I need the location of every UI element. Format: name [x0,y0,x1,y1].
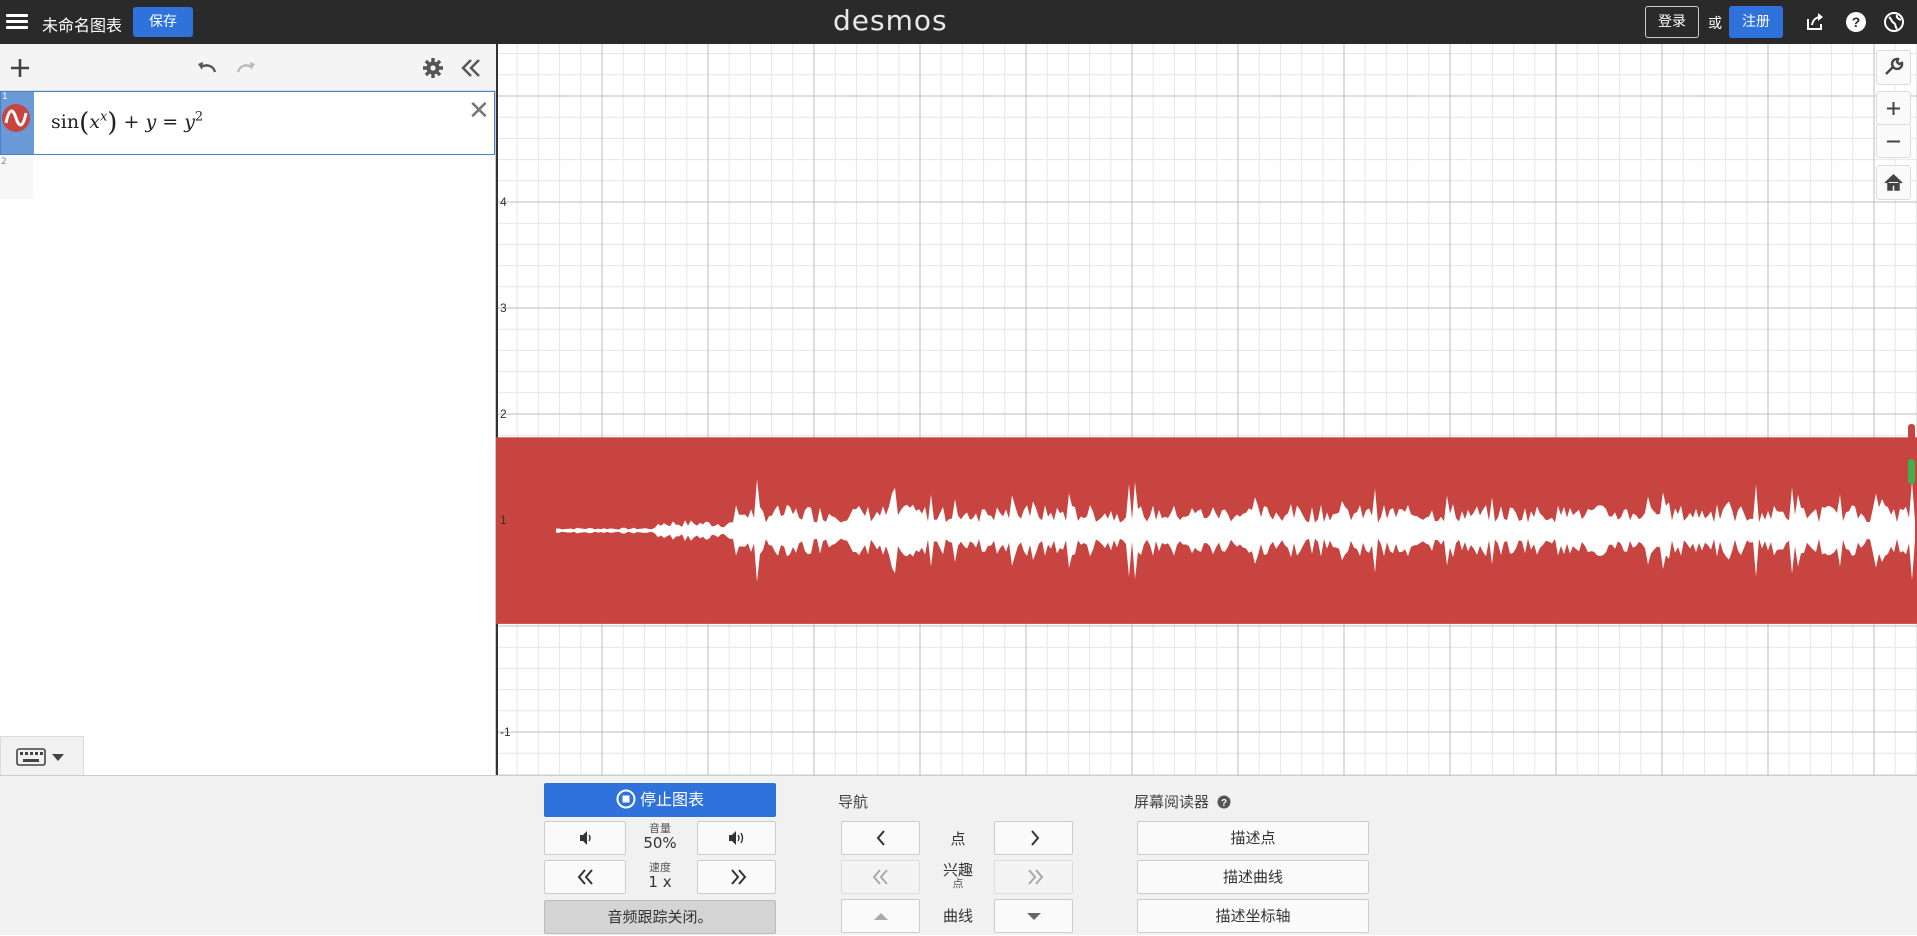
zoom-out-icon[interactable] [1876,124,1911,158]
expression-index: 2 [1,157,7,167]
delete-expression-icon[interactable]: ✕ [468,98,490,124]
nav-interest-sublabel: 点 [952,877,964,890]
speed-up-button[interactable] [697,860,776,894]
double-chevron-right-icon [1028,869,1044,885]
expression-index: 1 [2,92,8,102]
describe-axes-button[interactable]: 描述坐标轴 [1137,899,1369,933]
or-text: 或 [1708,16,1722,32]
screen-reader-title: 屏幕阅读器 ? [1134,791,1231,813]
collapse-panel-icon[interactable] [459,56,483,80]
screen-reader-label: 屏幕阅读器 [1134,793,1210,811]
expression-math[interactable]: sin(xx) + y = y2 [51,108,203,138]
volume-value: 50% [643,834,677,852]
y-tick-label: 1 [500,513,507,527]
volume-up-icon [729,831,744,845]
login-button[interactable]: 登录 [1645,6,1699,38]
graph-paper[interactable]: 4321-1-2 [496,44,1917,775]
top-bar: 未命名图表 保存 desmos 登录 或 注册 ? [0,0,1917,44]
undo-icon[interactable] [195,56,219,80]
add-icon[interactable] [8,56,32,80]
audio-trace-level [1908,459,1915,484]
describe-point-button[interactable]: 描述点 [1137,821,1369,855]
y-tick-label: 4 [500,195,507,209]
double-chevron-right-icon [731,869,747,885]
nav-curve-label: 曲线 [942,907,973,925]
settings-gear-icon[interactable] [421,56,445,80]
hamburger-menu-icon[interactable] [6,11,28,33]
stop-graph-label: 停止图表 [639,790,704,809]
next-interest-point-button[interactable] [994,860,1073,894]
volume-down-button[interactable] [544,821,626,855]
graph-title[interactable]: 未命名图表 [42,12,122,36]
zoom-in-icon[interactable] [1876,91,1911,125]
question-circle-icon[interactable]: ? [1217,795,1231,813]
previous-curve-button[interactable] [841,899,920,933]
next-curve-button[interactable] [994,899,1073,933]
describe-curve-button[interactable]: 描述曲线 [1137,860,1369,894]
double-chevron-left-icon [872,869,888,885]
y-tick-label: 2 [500,407,507,421]
graph-canvas[interactable]: 4321-1-2 [496,44,1917,775]
language-globe-icon[interactable] [1883,11,1905,33]
chevron-left-icon [876,830,885,846]
curve-color-icon[interactable] [2,104,30,132]
keyboard-icon [16,748,64,766]
audio-trace-panel: 停止图表 音量 50% 速度 1 x 音频跟踪关闭。 导航 点 兴趣 点 曲线 … [0,775,1917,935]
svg-text:?: ? [1852,14,1861,30]
stop-icon [616,787,636,821]
previous-interest-point-button[interactable] [841,860,920,894]
help-icon[interactable]: ? [1845,11,1867,33]
y-tick-label: -1 [500,725,511,739]
speed-display: 速度 1 x [632,862,688,891]
navigation-title: 导航 [838,793,869,811]
chevron-right-icon [1031,830,1040,846]
caret-up-icon [874,913,888,920]
volume-up-button[interactable] [697,821,776,855]
y-tick-label: 3 [500,301,507,315]
redo-icon[interactable] [234,56,258,80]
expression-tab[interactable]: 1 [1,92,34,154]
stop-graph-button[interactable]: 停止图表 [544,783,776,817]
nav-interest-label: 兴趣 [942,861,973,879]
expression-row-2[interactable]: 2 [0,155,33,199]
share-icon[interactable] [1804,11,1826,33]
nav-interest-display: 兴趣 点 [925,862,991,890]
default-view-home-icon[interactable] [1876,165,1911,200]
expression-toolbar [0,44,496,91]
svg-text:?: ? [1221,798,1227,809]
graph-settings-wrench-icon[interactable] [1876,50,1911,85]
keyboard-toggle-button[interactable] [0,736,84,776]
volume-down-icon [580,831,591,845]
speed-down-button[interactable] [544,860,626,894]
desmos-logo: desmos [833,4,948,37]
previous-point-button[interactable] [841,821,920,855]
audio-trace-toggle-button[interactable]: 音频跟踪关闭。 [544,900,776,934]
double-chevron-left-icon [577,869,593,885]
major-gridlines [496,44,1917,775]
caret-down-icon [1027,913,1041,920]
volume-display: 音量 50% [632,823,688,852]
expression-list-panel: 1 sin(xx) + y = y2 ✕ 2 [0,44,496,776]
minor-gridlines [496,44,1917,775]
signup-button[interactable]: 注册 [1729,6,1783,38]
nav-point-label: 点 [950,830,966,848]
save-button[interactable]: 保存 [133,7,193,37]
expression-row-1[interactable]: 1 sin(xx) + y = y2 ✕ [0,91,495,155]
speed-value: 1 x [648,873,672,891]
next-point-button[interactable] [994,821,1073,855]
